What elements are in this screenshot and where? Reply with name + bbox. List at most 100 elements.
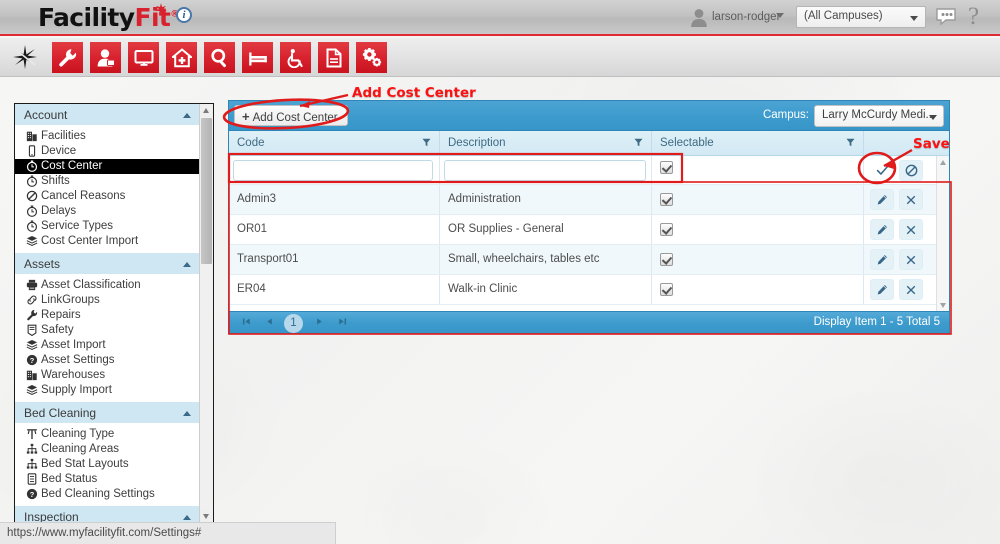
chevron-down-icon [910,16,918,21]
edit-cell-description [440,156,652,184]
sidebar-item-cleaning-areas[interactable]: Cleaning Areas [15,442,200,457]
delete-row-button[interactable] [899,219,923,240]
grid-scroll-up-icon[interactable] [937,156,949,168]
help-icon[interactable]: ? [968,3,979,31]
sidebar-item-bed-cleaning-settings[interactable]: ? Bed Cleaning Settings [15,487,200,502]
delete-row-button[interactable] [899,279,923,300]
caret-up-icon[interactable] [183,411,191,416]
sidebar-item-supply-import[interactable]: Supply Import [15,383,200,398]
sidebar-item-asset-import[interactable]: Asset Import [15,338,200,353]
next-page-icon[interactable] [312,316,326,330]
sidebar-section-header-bed-cleaning[interactable]: Bed Cleaning [15,402,200,424]
current-page-number[interactable]: 1 [284,314,303,333]
edit-row-button[interactable] [870,189,894,210]
toolbar-button-settings[interactable] [356,42,387,73]
first-page-icon[interactable] [239,316,253,330]
sidebar-item-cost-center[interactable]: Cost Center [15,159,200,174]
grid-column-headers: Code Description Selectable [229,131,949,156]
grid-campus-select[interactable]: Larry McCurdy Medi... [814,105,944,127]
prev-page-icon[interactable] [262,316,276,330]
link-icon [26,294,38,307]
column-header-description[interactable]: Description [440,131,652,155]
sidebar-item-device[interactable]: Device [15,144,200,159]
toolbar-button-facility[interactable] [166,42,197,73]
table-row[interactable]: ER04 Walk-in Clinic [229,275,949,305]
column-header-selectable[interactable]: Selectable [652,131,864,155]
table-row[interactable]: OR01 OR Supplies - General [229,215,949,245]
toolbar-button-transport[interactable] [280,42,311,73]
delete-row-button[interactable] [899,249,923,270]
caret-up-icon[interactable] [183,262,191,267]
toolbar-button-search[interactable] [204,42,235,73]
cell-actions [864,215,936,244]
cell-actions [864,245,936,274]
last-page-icon[interactable] [335,316,349,330]
sidebar-section-title: Assets [24,257,61,271]
toolbar-button-maintenance[interactable] [52,42,83,73]
save-row-button[interactable] [870,160,894,181]
add-cost-center-button[interactable]: + Add Cost Center [234,105,348,126]
sidebar-item-cancel-reasons[interactable]: Cancel Reasons [15,189,200,204]
caret-up-icon[interactable] [183,113,191,118]
toolbar-button-staff[interactable] [90,42,121,73]
cancel-row-button[interactable] [899,160,923,181]
device-icon [26,145,38,158]
sidebar-item-service-types[interactable]: Service Types [15,219,200,234]
sidebar-item-label: Repairs [41,309,81,321]
selectable-checkbox [660,223,673,236]
sidebar-scroll-up-icon[interactable] [200,104,213,117]
sidebar-item-asset-settings[interactable]: ? Asset Settings [15,353,200,368]
edit-row-button[interactable] [870,219,894,240]
grid-scrollbar[interactable] [936,156,949,311]
campus-filter-select[interactable]: (All Campuses) [796,6,926,28]
user-menu-chevron-down-icon[interactable] [776,13,784,18]
sparkle-icon[interactable] [12,44,38,70]
info-icon[interactable]: i [176,7,192,23]
funnel-icon[interactable] [422,138,431,150]
column-header-code[interactable]: Code [229,131,440,155]
toolbar-button-bed-cleaning[interactable] [242,42,273,73]
caret-up-icon[interactable] [183,515,191,520]
edit-row-button[interactable] [870,279,894,300]
sidebar-item-safety[interactable]: Safety [15,323,200,338]
sidebar-item-label: Asset Import [41,339,106,351]
sidebar-scroll-thumb[interactable] [201,118,212,264]
table-row[interactable]: Transport01 Small, wheelchairs, tables et… [229,245,949,275]
sidebar-item-label: Shifts [41,175,70,187]
funnel-icon[interactable] [634,138,643,150]
sidebar-section-header-account[interactable]: Account [15,104,200,126]
sidebar-item-label: Device [41,145,77,157]
sidebar-item-bed-stat-layouts[interactable]: Bed Stat Layouts [15,457,200,472]
svg-text:?: ? [30,356,35,365]
sidebar-section-header-assets[interactable]: Assets [15,253,200,275]
chat-bubble-icon[interactable] [936,8,956,26]
edit-row-button[interactable] [870,249,894,270]
user-name-label[interactable]: larson-rodger [712,11,780,23]
sidebar-item-shifts[interactable]: Shifts [15,174,200,189]
sidebar-item-warehouses[interactable]: Warehouses [15,368,200,383]
sidebar-item-asset-classification[interactable]: Asset Classification [15,278,200,293]
table-row[interactable]: Admin3 Administration [229,185,949,215]
sidebar-item-label: Asset Settings [41,354,115,366]
sidebar-item-cost-center-import[interactable]: Cost Center Import [15,234,200,249]
code-input[interactable] [233,160,433,181]
delete-row-button[interactable] [899,189,923,210]
stack-icon [26,339,38,352]
sidebar-item-repairs[interactable]: Repairs [15,308,200,323]
sidebar-item-facilities[interactable]: Facilities [15,129,200,144]
hierarchy-icon [26,443,38,456]
grid-scroll-down-icon[interactable] [937,299,949,311]
logo-text-facility: Facility [38,3,135,32]
description-input[interactable] [444,160,646,181]
toolbar-button-dashboard[interactable] [128,42,159,73]
close-icon [905,224,917,236]
sidebar-item-cleaning-type[interactable]: Cleaning Type [15,427,200,442]
toolbar-button-reports[interactable] [318,42,349,73]
selectable-checkbox[interactable] [660,161,673,174]
column-header-code-label: Code [237,137,265,149]
sidebar-item-bed-status[interactable]: Bed Status [15,472,200,487]
sidebar-item-delays[interactable]: Delays [15,204,200,219]
sidebar-item-linkgroups[interactable]: LinkGroups [15,293,200,308]
funnel-icon[interactable] [846,138,855,150]
sidebar-scrollbar[interactable] [199,104,213,523]
